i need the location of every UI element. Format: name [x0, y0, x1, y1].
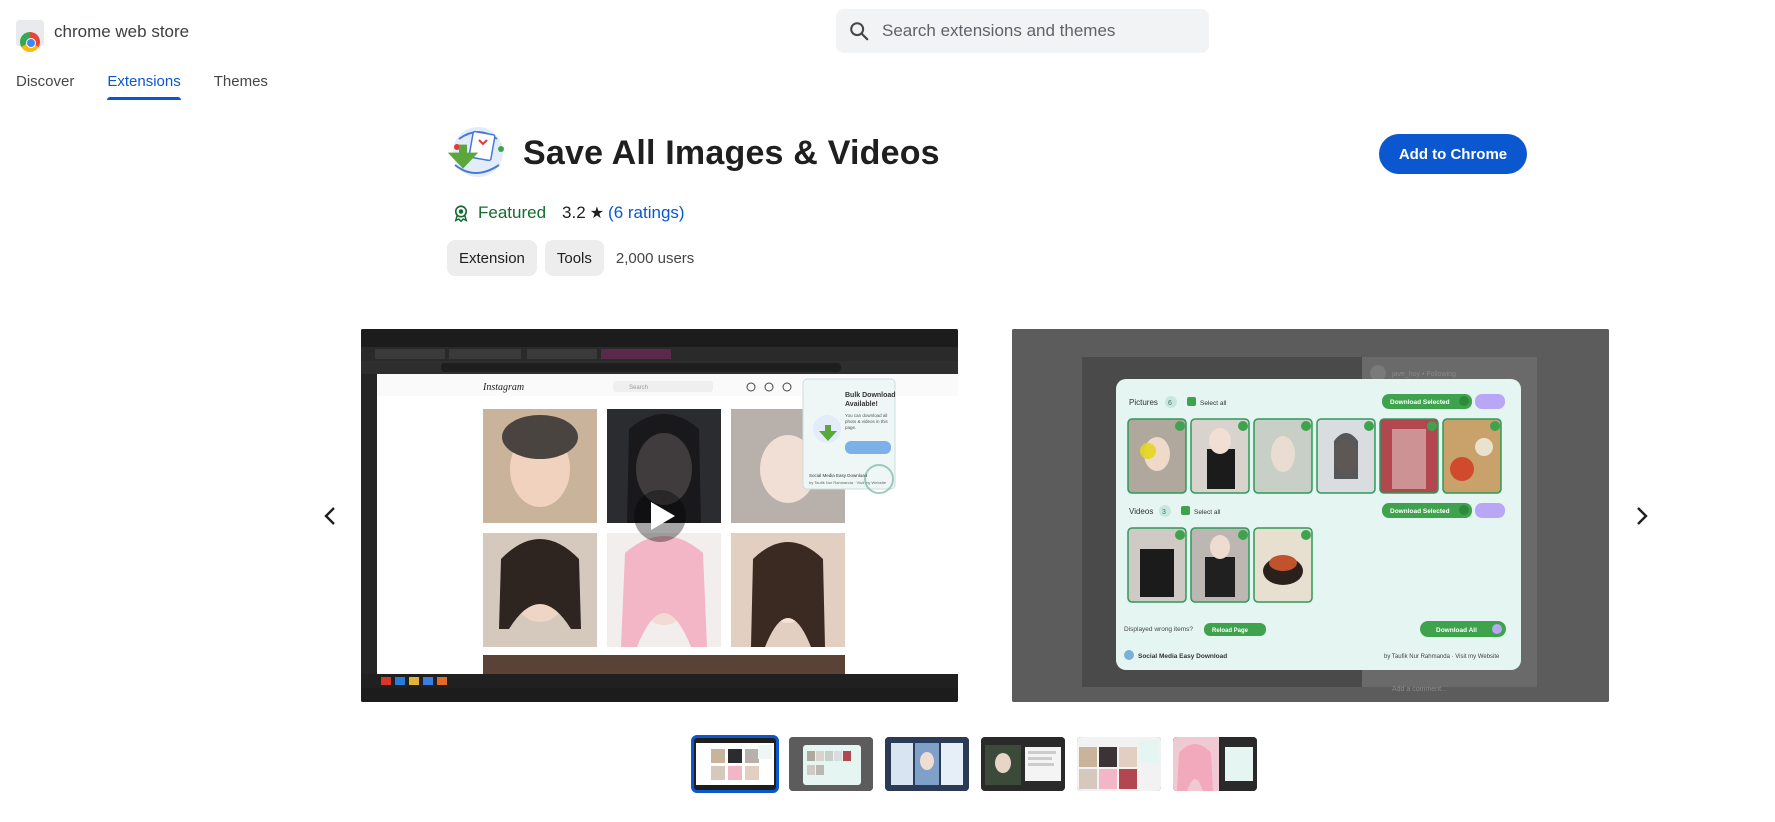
- svg-text:6: 6: [1168, 400, 1172, 407]
- svg-text:Social Media Easy Download: Social Media Easy Download: [1138, 653, 1227, 660]
- svg-text:Add a comment...: Add a comment...: [1392, 686, 1447, 693]
- svg-text:Select all: Select all: [1200, 400, 1227, 407]
- screenshot-1-video[interactable]: Instagram Search Bulk Download Available…: [361, 329, 958, 702]
- carousel-prev-button[interactable]: [318, 504, 342, 528]
- svg-text:You can download all: You can download all: [845, 413, 887, 418]
- thumbnail-6[interactable]: [1173, 737, 1257, 791]
- svg-text:photo & videos in this: photo & videos in this: [845, 419, 889, 424]
- user-count: 2,000 users: [615, 249, 695, 267]
- instagram-wordmark: Instagram: [482, 382, 524, 393]
- star-icon: ★: [589, 205, 605, 222]
- search-input[interactable]: Search extensions and themes: [882, 21, 1115, 41]
- rating-value: 3.2: [562, 203, 586, 222]
- carousel-next-button[interactable]: [1630, 504, 1654, 528]
- chevron-right-icon: [1637, 507, 1648, 525]
- svg-text:Social Media Easy Download: Social Media Easy Download: [809, 473, 868, 478]
- svg-text:Videos: Videos: [1129, 507, 1153, 516]
- extension-meta: Featured 3.2 ★ (6 ratings): [452, 203, 685, 223]
- thumbnail-2[interactable]: [789, 737, 873, 791]
- svg-text:Search: Search: [629, 385, 648, 391]
- svg-text:Download Selected: Download Selected: [1390, 399, 1450, 406]
- search-box[interactable]: Search extensions and themes: [836, 9, 1209, 53]
- extension-title: Save All Images & Videos: [523, 134, 940, 172]
- tab-extensions[interactable]: Extensions: [107, 73, 182, 101]
- svg-text:3: 3: [1162, 509, 1166, 516]
- carousel-thumbnails: [691, 735, 1257, 793]
- thumbnail-1[interactable]: [691, 735, 779, 793]
- category-chips: Extension Tools 2,000 users: [447, 240, 694, 276]
- thumbnail-3[interactable]: [885, 737, 969, 791]
- chip-extension[interactable]: Extension: [447, 240, 537, 276]
- svg-text:Select all: Select all: [1194, 509, 1221, 516]
- svg-text:Bulk Download: Bulk Download: [845, 392, 896, 399]
- chip-tools[interactable]: Tools: [544, 240, 604, 276]
- svg-text:Download All: Download All: [1436, 627, 1477, 634]
- screenshot-2-image[interactable]: jave_hoy • Following Add a comment... Pi…: [1012, 329, 1609, 702]
- svg-text:by Taufik Nur Rahmanda · Visit: by Taufik Nur Rahmanda · Visit my Websit…: [809, 480, 887, 485]
- bg-user-text: jave_hoy • Following: [1391, 371, 1456, 378]
- svg-text:Pictures: Pictures: [1129, 398, 1158, 407]
- chrome-web-store-icon: [16, 18, 44, 52]
- chevron-left-icon: [324, 507, 335, 525]
- thumbnail-4[interactable]: [981, 737, 1065, 791]
- extension-icon: [445, 125, 507, 187]
- ratings-link[interactable]: 6 ratings: [614, 203, 679, 223]
- tab-themes[interactable]: Themes: [214, 73, 268, 101]
- chrome-web-store-logo[interactable]: chrome web store: [16, 18, 190, 52]
- featured-label[interactable]: Featured: [478, 203, 546, 223]
- featured-badge-icon: [452, 204, 470, 223]
- svg-text:by Taufik Nur Rahmanda · Visit: by Taufik Nur Rahmanda · Visit my Websit…: [1384, 654, 1500, 660]
- svg-text:Reload Page: Reload Page: [1212, 628, 1249, 634]
- svg-text:Available!: Available!: [845, 401, 878, 408]
- svg-text:page.: page.: [845, 425, 856, 430]
- store-name: chrome web store: [54, 22, 190, 41]
- thumbnail-5[interactable]: [1077, 737, 1161, 791]
- svg-text:Displayed wrong items?: Displayed wrong items?: [1124, 626, 1193, 633]
- search-icon[interactable]: [836, 9, 882, 53]
- main-nav: Discover Extensions Themes: [16, 73, 301, 101]
- add-to-chrome-button[interactable]: Add to Chrome: [1379, 134, 1527, 174]
- svg-text:Download Selected: Download Selected: [1390, 508, 1450, 515]
- tab-discover[interactable]: Discover: [16, 73, 74, 101]
